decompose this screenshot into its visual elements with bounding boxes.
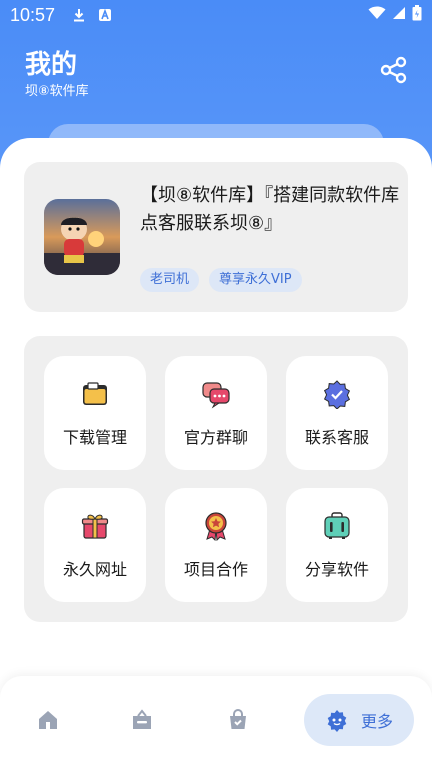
status-time: 10:57: [10, 4, 56, 25]
more-icon: [327, 710, 347, 732]
download-icon: [71, 7, 87, 23]
grid-label: 下载管理: [62, 428, 127, 447]
grid-item-customer-service[interactable]: 联系客服: [286, 356, 388, 470]
nav-more-label: 更多: [360, 712, 393, 731]
signal-icon: [392, 5, 406, 25]
profile-card[interactable]: 【坝⑧软件库】『搭建同款软件库点客服联系坝⑧』 老司机 尊享永久VIP: [24, 162, 408, 312]
grid-item-official-group[interactable]: 官方群聊: [165, 356, 267, 470]
share-icon: [380, 56, 407, 84]
avatar[interactable]: [44, 199, 120, 275]
grid-item-download-manager[interactable]: 下载管理: [44, 356, 146, 470]
app-notification-icon: [97, 7, 113, 23]
grid-label: 项目合作: [183, 560, 248, 579]
nav-more[interactable]: 更多: [304, 694, 414, 746]
profile-tags: 老司机 尊享永久VIP: [140, 268, 302, 292]
gift-icon: [79, 510, 111, 542]
profile-name: 【坝⑧软件库】『搭建同款软件库点客服联系坝⑧』: [140, 185, 400, 234]
grid-label: 永久网址: [62, 560, 127, 579]
battery-icon: [412, 4, 422, 26]
status-bar: 10:57: [0, 0, 432, 30]
grid-label: 联系客服: [304, 428, 369, 447]
medal-icon: [200, 510, 232, 542]
page-title: 我的: [25, 50, 78, 80]
folder-icon: [79, 378, 111, 410]
page-subtitle: 坝⑧软件库: [25, 84, 89, 99]
bag-icon: [230, 709, 246, 729]
nav-store[interactable]: [116, 694, 168, 746]
nav-home[interactable]: [22, 694, 74, 746]
share-button[interactable]: [378, 54, 410, 86]
nav-bag[interactable]: [212, 694, 264, 746]
store-icon: [133, 709, 151, 729]
bottom-nav: 更多: [0, 676, 432, 768]
grid-item-project-cooperation[interactable]: 项目合作: [165, 488, 267, 602]
grid-item-share-software[interactable]: 分享软件: [286, 488, 388, 602]
wifi-icon: [368, 5, 386, 25]
tag-vip: 尊享永久VIP: [209, 268, 302, 292]
chat-bubbles-icon: [200, 378, 232, 410]
home-icon: [39, 711, 57, 729]
verified-badge-icon: [321, 378, 353, 410]
grid-item-permanent-url[interactable]: 永久网址: [44, 488, 146, 602]
tag-rank: 老司机: [140, 268, 200, 292]
features-grid: 下载管理 官方群聊 联系客服 永久网址 项目合作 分享软件: [24, 336, 408, 622]
grid-label: 官方群聊: [183, 428, 248, 447]
suitcase-icon: [321, 510, 353, 542]
grid-label: 分享软件: [304, 560, 369, 579]
